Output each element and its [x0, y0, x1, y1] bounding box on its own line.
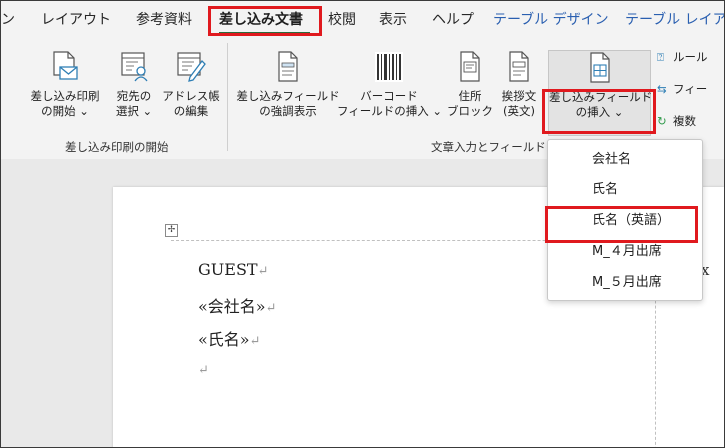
doc-line-guest[interactable]: GUEST↵	[198, 260, 268, 279]
highlight-box-insert-merge-field	[542, 89, 656, 134]
start-mail-merge-button[interactable]: 差し込み印刷 の開始 ⌄	[23, 51, 107, 119]
rules-button[interactable]: ⍰ ルール	[657, 49, 708, 65]
tab-layout[interactable]: レイアウト	[41, 11, 111, 29]
address-block-icon	[458, 51, 482, 83]
greeting-line-icon	[507, 51, 531, 83]
paragraph-mark: ↵	[249, 334, 261, 349]
edit-address-list-icon	[176, 51, 206, 83]
tab-help[interactable]: ヘルプ	[432, 11, 474, 29]
doc-line-name-field[interactable]: «氏名»↵	[198, 326, 261, 350]
match-fields-label: フィー	[673, 82, 708, 96]
group-label-write-insert-fields: 文章入力とフィールド	[431, 140, 546, 154]
table-move-handle-icon[interactable]: ✢	[165, 224, 178, 237]
doc-line-text: GUEST	[198, 260, 258, 279]
highlight-box-mailings-tab	[208, 6, 322, 36]
tab-references[interactable]: 参考資料	[136, 11, 192, 29]
address-block-label-1: 住所	[458, 89, 482, 103]
start-mail-merge-icon	[51, 51, 79, 83]
greeting-line-label-1: 挨拶文	[501, 89, 537, 103]
dropdown-item-company[interactable]: 会社名	[548, 144, 702, 176]
start-mail-merge-label-1: 差し込み印刷	[30, 89, 100, 103]
group-label-start-mail-merge: 差し込み印刷の開始	[65, 140, 169, 154]
doc-line-text: «会社名»	[198, 297, 266, 316]
group-separator	[227, 43, 228, 151]
start-mail-merge-label-2: の開始 ⌄	[41, 104, 89, 118]
insert-barcode-label-2: フィールドの挿入 ⌄	[337, 104, 443, 118]
greeting-line-label-2: (英文)	[503, 104, 535, 118]
match-fields-icon: ⇆	[657, 82, 667, 96]
doc-line-company-field[interactable]: «会社名»↵	[198, 293, 277, 317]
tab-view[interactable]: 表示	[379, 11, 407, 29]
insert-barcode-label-1: バーコード	[360, 89, 418, 103]
ribbon-tab-bar: ン レイアウト 参考資料 差し込み文書 校閲 表示 ヘルプ テーブル デザイン …	[1, 1, 724, 37]
insert-merge-field-icon	[588, 52, 612, 84]
barcode-icon	[374, 51, 404, 83]
tab-design-partial[interactable]: ン	[1, 11, 15, 29]
edit-address-list-label-1: アドレス帳	[162, 89, 220, 103]
edit-address-list-button[interactable]: アドレス帳 の編集	[161, 51, 221, 119]
highlight-merge-fields-button[interactable]: 差し込みフィールド の強調表示	[233, 51, 343, 119]
greeting-line-button[interactable]: 挨拶文 (英文)	[495, 51, 543, 119]
word-window: ン レイアウト 参考資料 差し込み文書 校閲 表示 ヘルプ テーブル デザイン …	[0, 0, 725, 448]
tab-table-design[interactable]: テーブル デザイン	[493, 11, 609, 29]
address-block-label-2: ブロック	[447, 104, 493, 118]
highlight-merge-fields-label-1: 差し込みフィールド	[236, 89, 340, 103]
edit-address-list-label-2: の編集	[173, 104, 209, 118]
update-labels-button[interactable]: ↻ 複数	[657, 113, 696, 129]
select-recipients-icon	[120, 51, 148, 83]
update-labels-icon: ↻	[657, 114, 667, 128]
dropdown-item-may-attendance[interactable]: M_５月出席	[548, 267, 702, 299]
select-recipients-label-2: 選択 ⌄	[115, 104, 153, 118]
highlight-box-name-english	[545, 206, 698, 243]
doc-line-empty[interactable]: ↵	[198, 359, 209, 378]
insert-barcode-field-button[interactable]: バーコード フィールドの挿入 ⌄	[337, 51, 443, 119]
select-recipients-button[interactable]: 宛先の 選択 ⌄	[109, 51, 159, 119]
tab-review[interactable]: 校閲	[328, 11, 356, 29]
highlight-fields-icon	[276, 51, 300, 83]
doc-line-text: «氏名»	[198, 330, 250, 349]
rules-label: ルール	[673, 50, 708, 64]
paragraph-mark: ↵	[265, 301, 277, 316]
update-labels-label: 複数	[673, 114, 696, 128]
tab-table-layout[interactable]: テーブル レイア	[625, 11, 724, 29]
match-fields-button[interactable]: ⇆ フィー	[657, 81, 707, 97]
rules-icon: ⍰	[657, 50, 664, 64]
address-block-button[interactable]: 住所 ブロック	[445, 51, 495, 119]
paragraph-mark: ↵	[257, 264, 269, 279]
highlight-merge-fields-label-2: の強調表示	[259, 104, 317, 118]
select-recipients-label-1: 宛先の	[116, 89, 152, 103]
dropdown-item-name[interactable]: 氏名	[548, 174, 702, 206]
paragraph-mark: ↵	[198, 363, 209, 378]
